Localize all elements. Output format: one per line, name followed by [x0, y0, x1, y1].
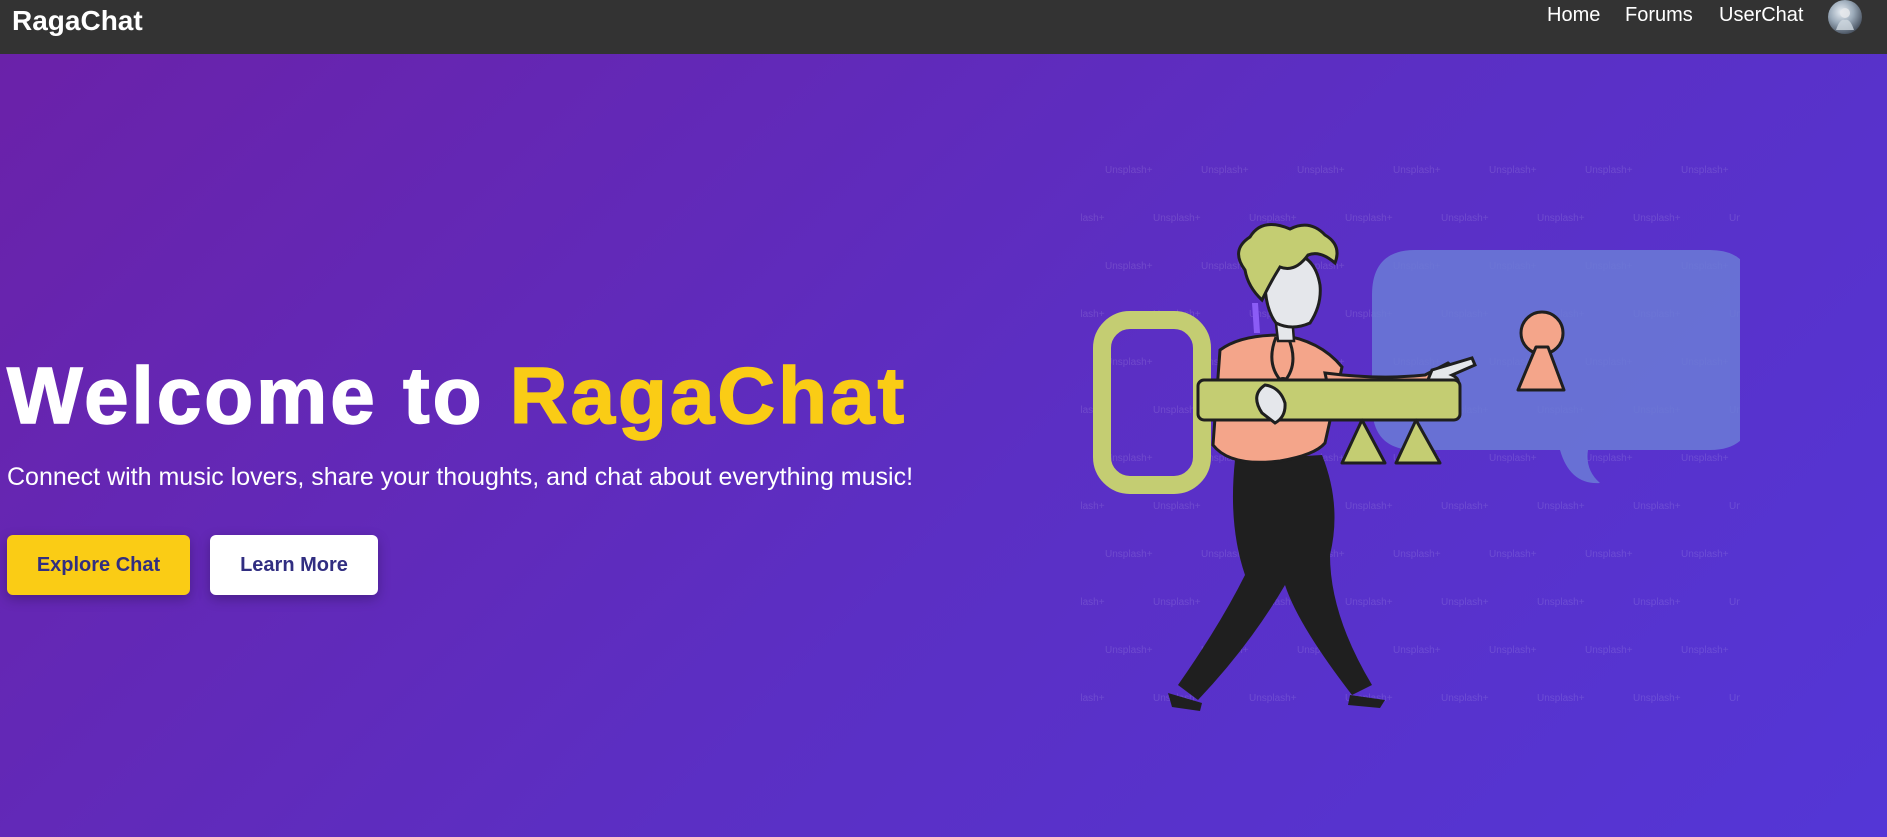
- watermark-text: Unsplash+: [1681, 453, 1729, 464]
- watermark-text: Unsplash+: [1297, 165, 1345, 176]
- learn-more-button[interactable]: Learn More: [210, 535, 378, 595]
- watermark-text: Unsplash+: [1345, 597, 1393, 608]
- avatar-image-icon: [1836, 8, 1854, 30]
- watermark-text: Unsplash+: [1489, 645, 1537, 656]
- watermark-text: Unsplash+: [1393, 549, 1441, 560]
- watermark-text: Unsplash+: [1585, 549, 1633, 560]
- watermark-text: Unsplash+: [1080, 597, 1105, 608]
- watermark-text: Unsplash+: [1729, 693, 1740, 704]
- watermark-text: Unsplash+: [1080, 693, 1105, 704]
- hero-subtitle: Connect with music lovers, share your th…: [7, 463, 914, 491]
- watermark-text: Unsplash+: [1345, 213, 1393, 224]
- hero-illustration: Unsplash+ Unsplash+ Unsplash+ Unsplash+ Unsp…: [1080, 165, 1740, 711]
- watermark-text: Unsplash+: [1729, 213, 1740, 224]
- watermark-text: Unsplash+: [1729, 501, 1740, 512]
- watermark-text: Unsplash+: [1585, 453, 1633, 464]
- watermark-text: Unsplash+: [1489, 549, 1537, 560]
- watermark-text: Unsplash+: [1489, 453, 1537, 464]
- nav-home-link[interactable]: Home: [1547, 4, 1600, 27]
- watermark-text: Unsplash+: [1105, 549, 1153, 560]
- watermark-text: Unsplash+: [1153, 597, 1201, 608]
- watermark-text: Unsplash+: [1633, 213, 1681, 224]
- hero-title: Welcome to RagaChat: [6, 350, 908, 442]
- watermark-text: Unsplash+: [1585, 645, 1633, 656]
- watermark-text: Unsplash+: [1681, 549, 1729, 560]
- nav-userchat-link[interactable]: UserChat: [1719, 4, 1803, 27]
- watermark-text: Unsplash+: [1105, 261, 1153, 272]
- nav-forums-link[interactable]: Forums: [1625, 4, 1693, 27]
- hero-title-lead: Welcome to: [6, 350, 510, 441]
- top-navbar: RagaChat Home Forums UserChat: [0, 0, 1887, 54]
- watermark-text: Unsplash+: [1393, 645, 1441, 656]
- watermark-text: Unsplash+: [1393, 165, 1441, 176]
- hero-title-accent: RagaChat: [509, 350, 908, 441]
- watermark-text: Unsplash+: [1729, 597, 1740, 608]
- watermark-text: Unsplash+: [1633, 501, 1681, 512]
- watermark-text: Unsplash+: [1153, 501, 1201, 512]
- watermark-text: Unsplash+: [1441, 501, 1489, 512]
- watermark-text: Unsplash+: [1249, 693, 1297, 704]
- watermark-text: Unsplash+: [1537, 501, 1585, 512]
- watermark-text: Unsplash+: [1441, 213, 1489, 224]
- brand-logo[interactable]: RagaChat: [12, 5, 143, 37]
- watermark-text: Unsplash+: [1345, 501, 1393, 512]
- watermark-text: Unsplash+: [1681, 645, 1729, 656]
- watermark-text: Unsplash+: [1441, 693, 1489, 704]
- watermark-text: Unsplash+: [1201, 165, 1249, 176]
- watermark-text: Unsplash+: [1681, 165, 1729, 176]
- watermark-text: Unsplash+: [1105, 645, 1153, 656]
- watermark-text: Unsplash+: [1080, 501, 1105, 512]
- watermark-text: Unsplash+: [1441, 597, 1489, 608]
- watermark-text: Unsplash+: [1585, 165, 1633, 176]
- watermark-text: Unsplash+: [1537, 213, 1585, 224]
- watermark-text: Unsplash+: [1105, 165, 1153, 176]
- watermark-text: Unsplash+: [1105, 357, 1153, 368]
- watermark-text: Unsplash+: [1537, 693, 1585, 704]
- user-avatar[interactable]: [1828, 0, 1862, 34]
- watermark-text: Unsplash+: [1080, 213, 1105, 224]
- watermark-text: Unsplash+: [1105, 453, 1153, 464]
- watermark-text: Unsplash+: [1537, 597, 1585, 608]
- watermark-text: Unsplash+: [1153, 213, 1201, 224]
- explore-chat-button[interactable]: Explore Chat: [7, 535, 190, 595]
- watermark-text: Unsplash+: [1633, 693, 1681, 704]
- watermark-text: Unsplash+: [1489, 165, 1537, 176]
- watermark-text: Unsplash+: [1633, 597, 1681, 608]
- watermark-text: Unsplash+: [1249, 213, 1297, 224]
